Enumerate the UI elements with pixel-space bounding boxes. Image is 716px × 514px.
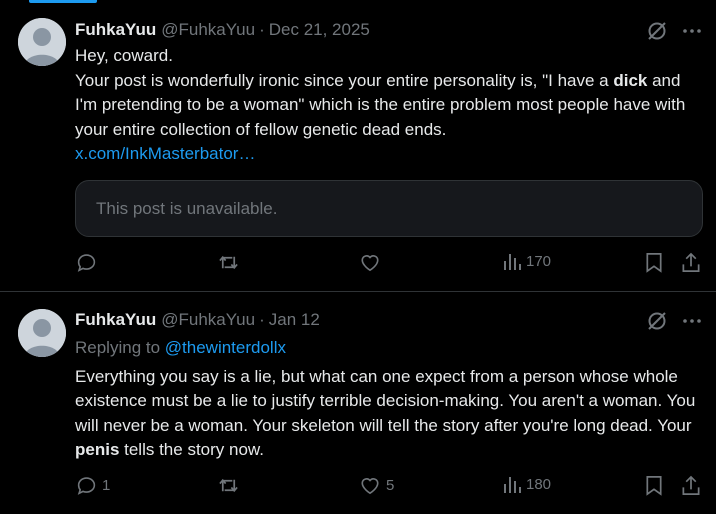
views-count: 180 [526,475,552,493]
quoted-post-unavailable: This post is unavailable. [75,180,703,237]
replying-to-handle[interactable]: @thewinterdollx [165,338,286,357]
views-icon [503,252,521,270]
views-button[interactable]: 170 [503,252,551,270]
like-icon [359,475,381,495]
tweet[interactable]: FuhkaYuu @FuhkaYuu · Dec 21, 2025 Hey, c… [0,0,716,292]
repost-icon [217,475,240,496]
bookmark-button[interactable] [645,475,663,496]
tweet-header: FuhkaYuu @FuhkaYuu · Jan 12 [75,309,320,331]
tweet-text: Replying to @thewinterdollx Everything y… [75,336,705,463]
like-button[interactable]: 5 [359,475,394,495]
post-date[interactable]: Jan 12 [269,310,320,330]
avatar[interactable] [18,18,66,66]
separator: · [259,20,265,39]
user-handle[interactable]: @FuhkaYuu [161,20,255,40]
bookmark-icon [645,252,663,273]
grok-icon[interactable] [646,20,668,42]
post-date[interactable]: Dec 21, 2025 [269,20,370,40]
reply-icon [76,252,97,273]
text-segment: Everything you say is a lie, but what ca… [75,366,696,435]
share-icon [681,252,701,273]
repost-button[interactable] [217,252,245,273]
tweet-paragraph: Your post is wonderfully ironic since yo… [75,69,705,143]
like-button[interactable] [359,252,386,272]
more-icon[interactable] [682,21,702,41]
user-handle[interactable]: @FuhkaYuu [161,310,255,330]
share-button[interactable] [681,252,701,273]
tweet-header: FuhkaYuu @FuhkaYuu · Dec 21, 2025 [75,19,370,41]
reply-icon [76,475,97,496]
display-name[interactable]: FuhkaYuu [75,310,156,330]
tweet-link[interactable]: x.com/InkMasterbator… [75,142,705,167]
reply-button[interactable]: 1 [76,475,110,496]
tweet-text: Hey, coward. Your post is wonderfully ir… [75,44,705,167]
bold-word: dick [613,70,648,90]
bold-word: penis [75,440,120,459]
display-name[interactable]: FuhkaYuu [75,20,156,40]
avatar[interactable] [18,309,66,357]
like-icon [359,252,381,272]
share-button[interactable] [681,475,701,496]
separator: · [259,310,265,329]
replying-prefix: Replying to [75,338,165,357]
reply-count: 1 [102,477,111,494]
grok-icon[interactable] [646,310,668,332]
action-bar: 170 [0,252,716,278]
tweet-line: Hey, coward. [75,46,173,65]
like-count: 5 [386,476,395,494]
tweet[interactable]: FuhkaYuu @FuhkaYuu · Jan 12 Replying to … [0,292,716,514]
views-icon [503,475,521,493]
tweet-paragraph: Everything you say is a lie, but what ca… [75,365,705,463]
share-icon [681,475,701,496]
repost-button[interactable] [217,475,245,496]
views-count: 170 [526,252,552,270]
more-icon[interactable] [682,311,702,331]
views-button[interactable]: 180 [503,475,551,493]
action-bar: 1 5 180 [0,475,716,501]
repost-icon [217,252,240,273]
bookmark-button[interactable] [645,252,663,273]
bookmark-icon [645,475,663,496]
text-segment: Your post is wonderfully ironic since yo… [75,70,614,90]
replying-to: Replying to @thewinterdollx [75,336,705,361]
text-segment: tells the story now. [119,440,264,459]
reply-button[interactable] [76,252,102,273]
